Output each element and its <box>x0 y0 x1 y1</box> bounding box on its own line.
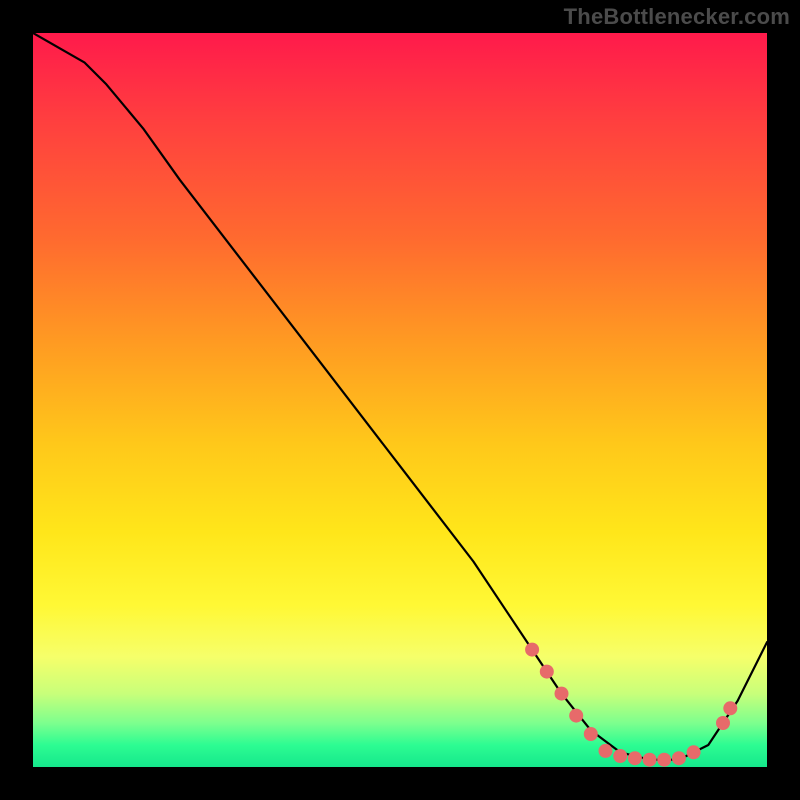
data-marker <box>657 753 671 767</box>
data-marker <box>540 665 554 679</box>
watermark-text: TheBottlenecker.com <box>564 4 790 30</box>
data-marker <box>716 716 730 730</box>
data-marker <box>613 749 627 763</box>
data-marker <box>584 727 598 741</box>
data-marker <box>628 751 642 765</box>
data-marker <box>723 701 737 715</box>
data-marker <box>672 751 686 765</box>
data-marker <box>599 744 613 758</box>
data-marker <box>569 709 583 723</box>
curve-layer <box>33 33 767 760</box>
data-marker <box>555 687 569 701</box>
chart-svg <box>33 33 767 767</box>
data-marker <box>687 745 701 759</box>
data-marker <box>525 643 539 657</box>
chart-frame: TheBottlenecker.com <box>0 0 800 800</box>
main-curve <box>33 33 767 760</box>
data-marker <box>643 753 657 767</box>
marker-layer <box>525 643 737 767</box>
